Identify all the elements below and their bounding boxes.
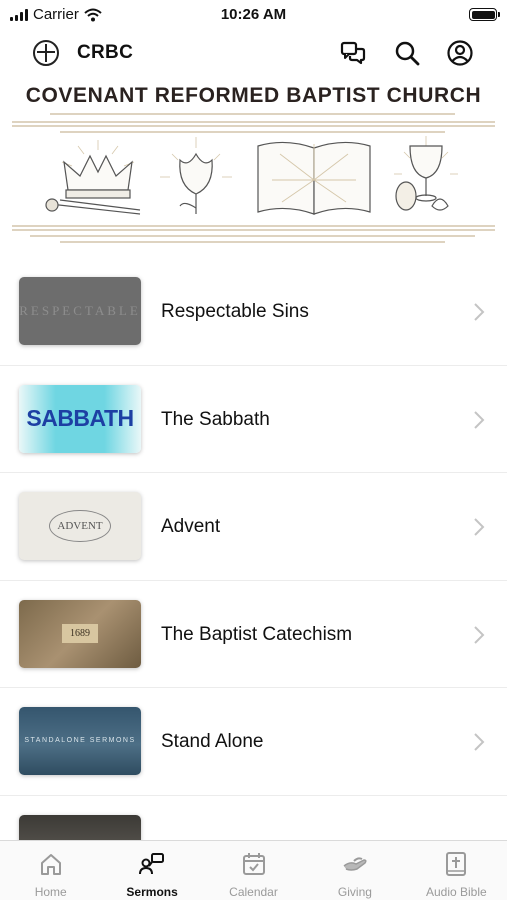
app-title: CRBC [77,42,134,63]
app-header: CRBC [0,32,507,74]
series-row-respectable-sins[interactable]: RESPECTABLE Respectable Sins [0,258,507,366]
series-row-stand-alone[interactable]: STANDALONE SERMONS Stand Alone [0,688,507,796]
tulip-icon [160,137,232,214]
tab-giving[interactable]: Giving [304,841,405,900]
series-row-baptist-catechism[interactable]: 1689 The Baptist Catechism [0,581,507,688]
series-thumbnail: ADVENT [19,492,141,560]
calendar-icon [242,853,265,875]
thumbnail-text: ADVENT [49,510,111,542]
thumbnail-text: 1689 [62,624,98,643]
tab-home[interactable]: Home [0,841,101,900]
church-logo-icon [33,40,59,66]
tab-label: Giving [337,885,372,899]
tab-audio-bible[interactable]: Audio Bible [406,841,507,900]
series-row-advent[interactable]: ADVENT Advent [0,473,507,581]
chevron-right-icon [474,410,485,429]
profile-icon[interactable] [446,39,474,67]
audio-bible-icon [446,852,467,876]
chevron-right-icon [474,518,485,536]
chalice-icon [394,136,458,211]
home-icon [40,854,61,875]
series-title: Stand Alone [161,731,264,752]
series-title: Respectable Sins [161,301,309,322]
series-title: The Sabbath [161,408,270,430]
tab-bar: Home Sermons Calendar Giving Audio Bible [0,840,507,900]
tab-label: Home [34,885,67,899]
sermon-series-list: RESPECTABLE Respectable Sins SABBATH The… [0,258,507,900]
series-thumbnail: 1689 [19,599,141,668]
thumbnail-text: SABBATH [26,405,134,431]
tab-calendar[interactable]: Calendar [203,841,304,900]
thumbnail-text: RESPECTABLE [19,303,141,318]
thumbnail-text: STANDALONE SERMONS [24,737,136,744]
chevron-right-icon [474,303,485,321]
open-bible-icon [257,141,371,215]
crown-icon [45,140,141,215]
banner-illustration [12,113,495,243]
series-thumbnail: RESPECTABLE [19,277,141,345]
series-row-the-sabbath[interactable]: SABBATH The Sabbath [0,366,507,473]
tab-label: Sermons [126,885,178,899]
chat-icon[interactable] [339,39,367,67]
tab-label: Audio Bible [425,885,487,899]
status-bar: Carrier 10:26 AM [0,0,507,30]
sermons-icon [139,853,165,875]
battery-icon [469,8,500,21]
tab-label: Calendar [229,885,278,899]
series-title: The Baptist Catechism [161,623,353,645]
chevron-right-icon [474,733,485,751]
series-thumbnail: SABBATH [19,384,141,453]
series-thumbnail: STANDALONE SERMONS [19,707,141,775]
church-banner: COVENANT REFORMED BAPTIST CHURCH [0,82,507,252]
series-title: Advent [161,516,221,537]
status-time: 10:26 AM [220,6,287,23]
search-icon[interactable] [393,39,421,67]
chevron-right-icon [474,625,485,644]
tab-sermons[interactable]: Sermons [101,841,202,900]
giving-icon [343,857,367,871]
